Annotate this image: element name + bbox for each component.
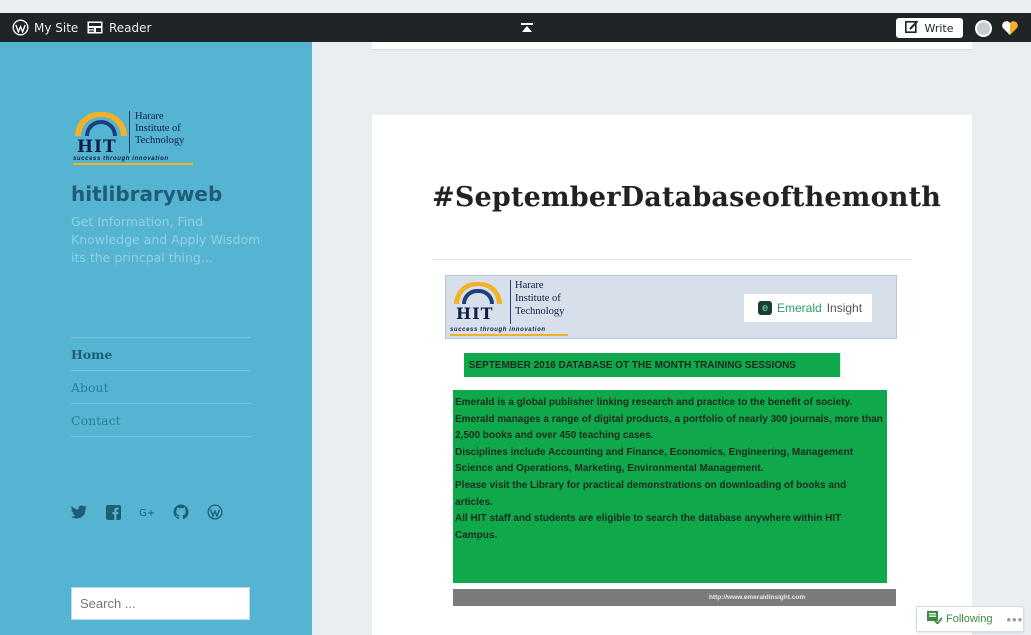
logo-abbr: HIT [77,137,117,157]
flyer-body: Emerald is a global publisher linking re… [453,390,887,583]
page-frame: My Site Reader Write HIT Harare Institut… [0,0,1031,635]
flyer-logo-name-line3: Technology [515,306,565,317]
write-label: Write [924,21,954,35]
github-icon[interactable] [173,504,189,520]
flyer-logo-divider [510,280,511,324]
site-description: Get Information, Find Knowledge and Appl… [71,214,261,265]
svg-text:G+: G+ [139,508,155,518]
emerald-icon: e [758,301,772,315]
logo-name: Harare Institute of Technology [135,111,184,147]
logo-name-line2: Institute of [135,123,181,134]
my-site-link[interactable]: My Site [12,13,78,42]
previous-post-card [372,42,972,50]
social-links: G+ [71,504,223,520]
wordpress-icon [12,19,29,36]
title-divider [432,259,912,260]
logo-underline [73,163,193,165]
main-nav: Home About Contact [71,337,251,437]
logo-name-line3: Technology [135,135,185,146]
wordpress-icon[interactable] [207,504,223,520]
flyer-headline: SEPTEMBER 2016 DATABASE OT THE MONTH TRA… [464,353,841,377]
post-title[interactable]: #SeptemberDatabaseofthemonth [432,182,941,213]
flyer-logo-name: Harare Institute of Technology [515,279,564,318]
search-input[interactable] [71,587,250,620]
site-title[interactable]: hitlibraryweb [71,182,222,206]
flyer-logo-name-line1: Harare [515,280,544,291]
flyer-header: HIT Harare Institute of Technology succe… [445,275,897,339]
logo-tagline: success through innovation [73,156,169,162]
my-site-label: My Site [34,20,79,35]
sidebar: HIT Harare Institute of Technology succe… [0,42,312,635]
following-button[interactable]: Following ••• [916,606,1024,632]
site-logo[interactable]: HIT Harare Institute of Technology succe… [71,108,197,166]
nav-item-about[interactable]: About [71,371,251,404]
masterbar: My Site Reader Write [0,13,1031,42]
write-button[interactable]: Write [896,18,963,38]
flyer-paragraph: Disciplines include Accounting and Finan… [455,446,854,475]
insight-word: Insight [826,301,863,315]
flyer-logo-underline [450,334,568,336]
flyer-paragraph: All HIT staff and students are eligible … [455,513,842,541]
emerald-insight-logo: e Emerald Insight [744,294,872,322]
twitter-icon[interactable] [71,504,87,520]
collapse-up-icon[interactable] [517,13,537,42]
flyer-logo-name-line2: Institute of [515,293,561,304]
reader-link[interactable]: Reader [87,13,151,42]
flyer-url: http://www.emeraldinsight.com [453,589,896,606]
emerald-word: Emerald [777,301,822,315]
flyer-paragraph: Please visit the Library for practical d… [455,479,847,508]
avatar[interactable] [975,20,992,37]
following-label: Following [946,613,993,625]
more-options-icon[interactable]: ••• [1006,612,1023,627]
facebook-icon[interactable] [105,504,121,520]
notification-icon[interactable] [999,19,1021,37]
flyer-paragraph: Emerald is a global publisher linking re… [455,397,883,442]
flyer-hit-logo: HIT Harare Institute of Technology succe… [448,277,578,337]
logo-name-line1: Harare [135,111,164,122]
flyer-logo-tagline: success through innovation [450,327,546,333]
nav-item-home[interactable]: Home [71,338,251,371]
logo-divider [129,111,130,153]
reader-icon [87,21,103,34]
follow-icon [927,611,943,627]
google-plus-icon[interactable]: G+ [139,504,155,520]
flyer-logo-abbr: HIT [456,304,494,323]
write-icon [905,20,919,36]
reader-label: Reader [109,20,152,35]
nav-item-contact[interactable]: Contact [71,404,251,437]
